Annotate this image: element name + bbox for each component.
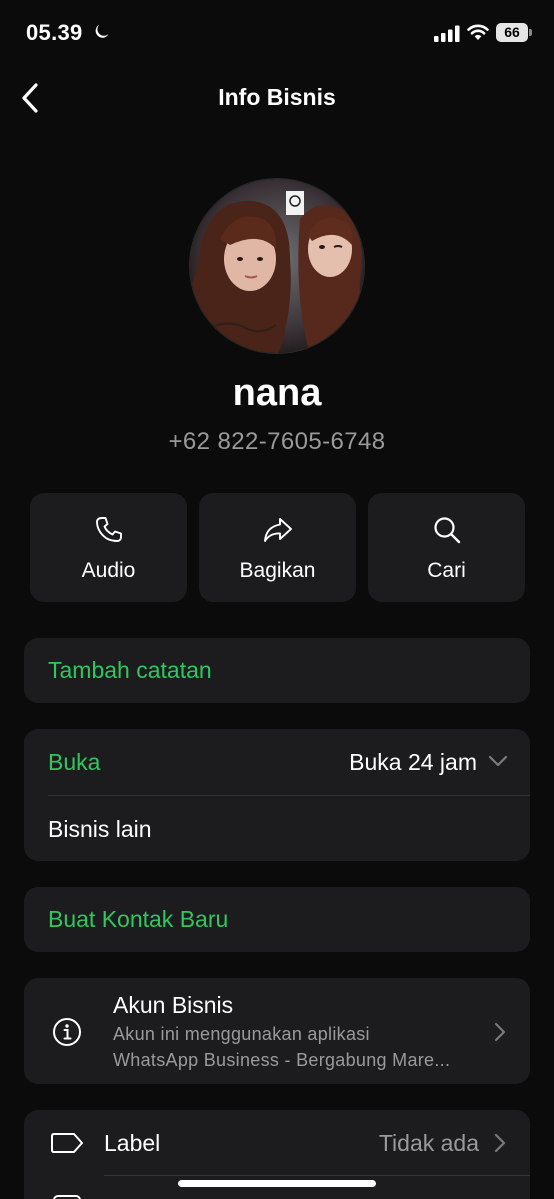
nav-bar: Info Bisnis [0,70,554,126]
hours-label: Buka [48,749,101,775]
search-button[interactable]: Cari [368,493,525,602]
info-icon [53,1018,81,1046]
list-icon [53,1195,81,1199]
battery-indicator: 66 [496,23,532,42]
chevron-down-icon [488,755,508,767]
hours-value: Buka 24 jam [349,749,477,775]
business-account-line1: Akun ini menggunakan aplikasi [113,1024,370,1044]
label-divider [104,1175,530,1176]
business-hours-card: Buka Buka 24 jam Bisnis lain [24,729,530,861]
business-info-screen: 05.39 66 Info Bisnis nana +62 822-7605-6… [0,0,554,1199]
create-contact-label: Buat Kontak Baru [48,906,229,932]
business-account-title: Akun Bisnis [113,992,234,1018]
page-title: Info Bisnis [218,84,336,110]
share-button[interactable]: Bagikan [199,493,356,602]
hours-row[interactable]: Buka Buka 24 jam [24,729,530,795]
other-business-label: Bisnis lain [48,816,152,842]
label-row[interactable]: Label Tidak ada [24,1110,530,1176]
signal-icon [434,25,460,42]
label-title: Label [104,1130,161,1156]
other-business-row[interactable]: Bisnis lain [24,796,530,861]
profile-phone: +62 822-7605-6748 [168,428,386,455]
share-icon [263,518,292,542]
add-note-card[interactable]: Tambah catatan [24,638,530,703]
add-note-label: Tambah catatan [48,657,212,683]
label-value: Tidak ada [378,1130,479,1156]
profile-avatar[interactable] [189,178,365,354]
moon-icon [95,24,109,38]
status-time: 05.39 [26,20,83,45]
avatar-photo [190,179,364,353]
tag-icon [51,1133,83,1153]
business-account-card[interactable]: Akun Bisnis Akun ini menggunakan aplikas… [24,978,530,1084]
battery-level: 66 [496,23,528,42]
status-bar: 05.39 66 [0,0,554,70]
wifi-icon [467,24,489,40]
audio-call-button[interactable]: Audio [30,493,187,602]
audio-label: Audio [81,559,136,582]
search-icon [433,517,460,544]
chevron-right-icon [494,1133,506,1153]
home-indicator [178,1180,376,1187]
search-label: Cari [427,559,466,582]
chevron-right-icon [494,1022,506,1042]
profile-name: nana [232,372,322,414]
phone-icon [95,517,122,542]
create-contact-card[interactable]: Buat Kontak Baru [24,887,530,952]
business-account-line2: WhatsApp Business - Bergabung Mare... [113,1050,451,1070]
share-label: Bagikan [239,559,316,582]
battery-tip [529,29,532,36]
